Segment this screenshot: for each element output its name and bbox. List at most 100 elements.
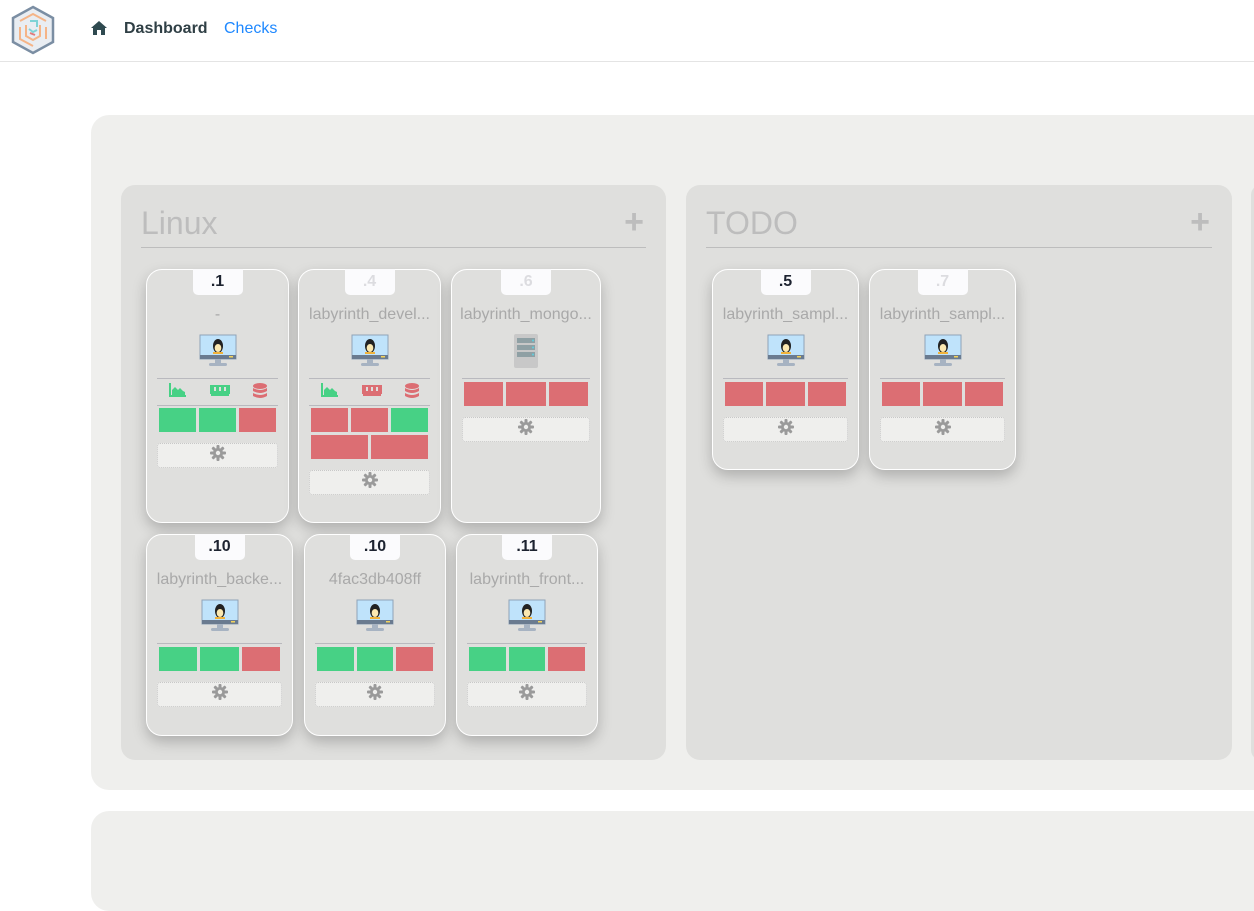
- settings-button[interactable]: [309, 470, 430, 495]
- check-status-fail[interactable]: [311, 435, 368, 459]
- check-status-fail[interactable]: [923, 382, 962, 406]
- host-card[interactable]: .5 labyrinth_sampl...: [712, 269, 859, 470]
- check-status-bars: [159, 408, 276, 432]
- server-icon: [514, 334, 538, 373]
- database-icon: [252, 383, 267, 398]
- host-name: labyrinth_sampl...: [722, 306, 849, 323]
- linux-monitor-icon: [351, 334, 389, 373]
- top-navbar: Dashboard Checks: [0, 0, 1254, 62]
- host-card[interactable]: .6 labyrinth_mongo...: [451, 269, 601, 523]
- host-name: labyrinth_devel...: [309, 306, 430, 323]
- check-status-fail[interactable]: [241, 647, 280, 671]
- labyrinth-logo[interactable]: [10, 5, 56, 55]
- check-status-ok[interactable]: [159, 408, 196, 432]
- check-status-fail[interactable]: [239, 408, 276, 432]
- linux-monitor-icon: [508, 599, 546, 638]
- host-ip-label: .7: [917, 269, 968, 295]
- divider: [141, 247, 646, 248]
- settings-button[interactable]: [723, 417, 848, 442]
- host-name: labyrinth_front...: [469, 571, 585, 588]
- check-status-fail[interactable]: [964, 382, 1003, 406]
- host-name: labyrinth_mongo...: [460, 306, 592, 323]
- host-name: labyrinth_sampl...: [879, 306, 1006, 323]
- gear-icon: [361, 472, 378, 493]
- check-status-fail[interactable]: [351, 408, 388, 432]
- check-status-fail[interactable]: [807, 382, 846, 406]
- divider: [880, 378, 1005, 379]
- host-ip-label: .4: [344, 269, 395, 295]
- host-card[interactable]: .10 4fac3db408ff: [304, 534, 446, 736]
- check-status-fail[interactable]: [371, 435, 428, 459]
- check-status-bars: [317, 647, 434, 671]
- host-card[interactable]: .4 labyrinth_devel...: [298, 269, 441, 523]
- settings-button[interactable]: [462, 417, 590, 442]
- settings-button[interactable]: [157, 682, 282, 707]
- check-status-fail[interactable]: [396, 647, 434, 671]
- check-status-ok[interactable]: [356, 647, 394, 671]
- metric-icons: [309, 383, 430, 399]
- home-icon[interactable]: [90, 20, 108, 36]
- divider: [706, 247, 1212, 248]
- database-icon: [404, 383, 419, 398]
- gear-icon: [519, 684, 535, 705]
- dashboard-panel-2: [91, 811, 1254, 911]
- group-linux: Linux + .1 - .4 labyrinth_devel... .6 la…: [121, 185, 666, 760]
- check-status-fail[interactable]: [464, 382, 504, 406]
- check-status-bars: [882, 382, 1003, 406]
- host-card[interactable]: .11 labyrinth_front...: [456, 534, 598, 736]
- check-status-ok[interactable]: [159, 647, 198, 671]
- linux-monitor-icon: [199, 334, 237, 373]
- divider: [309, 405, 430, 406]
- check-status-fail[interactable]: [506, 382, 546, 406]
- check-status-ok[interactable]: [469, 647, 506, 671]
- nav-dashboard[interactable]: Dashboard: [124, 20, 208, 38]
- check-status-ok[interactable]: [199, 408, 236, 432]
- gear-icon: [518, 419, 534, 440]
- check-status-fail[interactable]: [311, 408, 348, 432]
- check-status-bars: [469, 647, 586, 671]
- nav-checks[interactable]: Checks: [224, 20, 277, 38]
- check-status-ok[interactable]: [508, 647, 546, 671]
- settings-button[interactable]: [880, 417, 1005, 442]
- add-host-button[interactable]: +: [1190, 205, 1210, 239]
- divider: [157, 405, 278, 406]
- host-name: labyrinth_backe...: [156, 571, 283, 588]
- host-ip-label: .6: [501, 269, 551, 295]
- linux-monitor-icon: [201, 599, 239, 638]
- group-title: Linux: [141, 205, 218, 241]
- divider: [157, 378, 278, 379]
- check-status-fail[interactable]: [548, 382, 588, 406]
- linux-monitor-icon: [924, 334, 962, 373]
- add-host-button[interactable]: +: [624, 205, 644, 239]
- check-status-bars: [725, 382, 846, 406]
- gear-icon: [211, 684, 228, 705]
- divider: [723, 378, 848, 379]
- host-card[interactable]: .1 -: [146, 269, 289, 523]
- check-status-fail[interactable]: [548, 647, 586, 671]
- check-status-bars: [464, 382, 588, 406]
- check-status-ok[interactable]: [200, 647, 239, 671]
- host-ip-label: .10: [194, 534, 245, 560]
- settings-button[interactable]: [467, 682, 587, 707]
- settings-button[interactable]: [315, 682, 435, 707]
- host-name: 4fac3db408ff: [328, 571, 422, 588]
- host-name: -: [214, 306, 221, 323]
- gear-icon: [777, 419, 794, 440]
- memory-icon: [209, 385, 230, 396]
- settings-button[interactable]: [157, 443, 278, 468]
- host-card[interactable]: .10 labyrinth_backe...: [146, 534, 293, 736]
- divider: [467, 643, 587, 644]
- gear-icon: [934, 419, 951, 440]
- host-ip-label: .5: [760, 269, 811, 295]
- host-ip-label: .1: [192, 269, 243, 295]
- check-status-fail[interactable]: [882, 382, 921, 406]
- check-status-fail[interactable]: [725, 382, 764, 406]
- divider: [309, 378, 430, 379]
- memory-icon: [361, 385, 382, 396]
- cpu-chart-icon: [168, 383, 186, 397]
- host-card[interactable]: .7 labyrinth_sampl...: [869, 269, 1016, 470]
- cpu-chart-icon: [320, 383, 338, 397]
- check-status-ok[interactable]: [317, 647, 354, 671]
- check-status-ok[interactable]: [391, 408, 428, 432]
- check-status-fail[interactable]: [766, 382, 805, 406]
